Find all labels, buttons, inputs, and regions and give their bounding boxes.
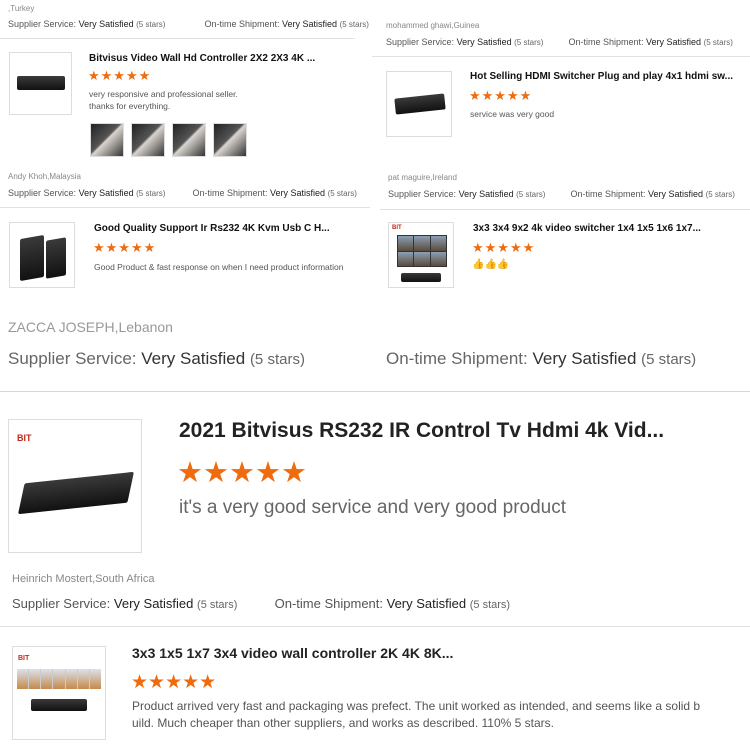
review-text: Product arrived very fast and packaging … xyxy=(132,698,700,732)
supplier-service-rating: Very Satisfied xyxy=(141,349,246,368)
video-wall-image xyxy=(397,235,447,267)
ontime-shipment-label: On-time Shipment: xyxy=(568,37,644,47)
product-title[interactable]: 3x3 1x5 1x7 3x4 video wall controller 2K… xyxy=(132,645,732,661)
supplier-service-label: Supplier Service: xyxy=(386,37,455,47)
review-text: it's a very good service and very good p… xyxy=(179,497,567,518)
review-text: service was very good xyxy=(470,109,555,119)
rating-summary: Supplier Service: Very Satisfied (5 star… xyxy=(8,349,305,369)
product-thumbnail[interactable] xyxy=(386,71,452,137)
rating-summary: On-time Shipment: Very Satisfied (5 star… xyxy=(386,349,696,369)
supplier-service-rating: Very Satisfied xyxy=(113,596,194,611)
supplier-service-stars: (5 stars) xyxy=(514,38,544,47)
supplier-service-stars: (5 stars) xyxy=(197,599,238,611)
ontime-shipment-stars: (5 stars) xyxy=(469,599,511,611)
product-title[interactable]: Bitvisus Video Wall Hd Controller 2X2 2X… xyxy=(89,53,349,64)
star-icon: ★★★★★ xyxy=(469,88,533,103)
review-text-line: uild. Much cheaper than other suppliers,… xyxy=(132,716,555,730)
divider xyxy=(0,391,750,392)
ontime-shipment-stars: (5 stars) xyxy=(339,20,369,29)
supplier-service-stars: (5 stars) xyxy=(516,190,546,199)
divider xyxy=(380,209,750,210)
device-image xyxy=(31,699,87,711)
product-title[interactable]: 3x3 3x4 9x2 4k video switcher 1x4 1x5 1x… xyxy=(473,223,743,234)
ontime-shipment-rating: Very Satisfied xyxy=(648,189,704,199)
video-wall-image xyxy=(17,669,101,689)
divider xyxy=(372,56,750,57)
brand-logo: BIT xyxy=(18,655,30,662)
product-title[interactable]: Hot Selling HDMI Switcher Plug and play … xyxy=(470,71,740,82)
ontime-shipment-stars: (5 stars) xyxy=(641,351,697,368)
reviewer-location: pat maguire,Ireland xyxy=(388,173,457,182)
ontime-shipment-label: On-time Shipment: xyxy=(386,349,528,368)
product-thumbnail[interactable] xyxy=(9,222,75,288)
rating-summary: Supplier Service: Very Satisfied (5 star… xyxy=(8,19,369,29)
ontime-shipment-label: On-time Shipment: xyxy=(274,596,383,611)
review-text-line: very responsive and professional seller. xyxy=(89,89,238,99)
reviewer-location: ,Turkey xyxy=(8,4,35,13)
star-icon: ★★★★★ xyxy=(93,240,157,255)
product-thumbnail[interactable] xyxy=(9,52,72,115)
device-image xyxy=(394,93,446,115)
reviewer-location: Heinrich Mostert,South Africa xyxy=(12,573,155,585)
review-photo[interactable] xyxy=(90,123,124,157)
device-image xyxy=(18,471,134,515)
product-thumbnail[interactable]: BIT xyxy=(8,419,142,553)
star-icon: ★★★★★ xyxy=(177,457,307,489)
rating-summary: Supplier Service: Very Satisfied (5 star… xyxy=(386,37,733,47)
thumbs-up-icon: 👍👍👍 xyxy=(472,259,510,270)
review-photo[interactable] xyxy=(172,123,206,157)
ontime-shipment-label: On-time Shipment: xyxy=(192,188,268,198)
review-text-line: thanks for everything. xyxy=(89,101,171,111)
ontime-shipment-stars: (5 stars) xyxy=(327,189,357,198)
brand-logo: BIT xyxy=(17,433,32,443)
reviewer-location: Andy Khoh,Malaysia xyxy=(8,172,81,181)
rating-summary: Supplier Service: Very Satisfied (5 star… xyxy=(8,188,357,198)
supplier-service-stars: (5 stars) xyxy=(249,351,305,368)
star-icon: ★★★★★ xyxy=(88,68,152,83)
supplier-service-label: Supplier Service: xyxy=(12,596,111,611)
product-title[interactable]: Good Quality Support Ir Rs232 4K Kvm Usb… xyxy=(94,223,364,234)
supplier-service-label: Supplier Service: xyxy=(8,188,77,198)
review-photo[interactable] xyxy=(131,123,165,157)
device-image xyxy=(17,76,65,90)
ontime-shipment-stars: (5 stars) xyxy=(705,190,735,199)
supplier-service-label: Supplier Service: xyxy=(8,19,77,29)
ontime-shipment-stars: (5 stars) xyxy=(703,38,733,47)
review-text: Good Product & fast response on when I n… xyxy=(94,262,344,272)
device-image xyxy=(401,273,441,282)
device-image xyxy=(46,237,66,279)
supplier-service-label: Supplier Service: xyxy=(8,349,137,368)
ontime-shipment-rating: Very Satisfied xyxy=(532,349,637,368)
ontime-shipment-rating: Very Satisfied xyxy=(386,596,467,611)
reviewer-location: ZACCA JOSEPH,Lebanon xyxy=(8,319,173,335)
product-thumbnail[interactable]: BIT xyxy=(388,222,454,288)
rating-summary: Supplier Service: Very Satisfied (5 star… xyxy=(388,189,735,199)
review-text: very responsive and professional seller.… xyxy=(89,88,238,112)
divider xyxy=(0,38,355,39)
supplier-service-rating: Very Satisfied xyxy=(78,19,134,29)
supplier-service-rating: Very Satisfied xyxy=(456,37,512,47)
divider xyxy=(0,207,370,208)
star-icon: ★★★★★ xyxy=(131,672,217,693)
divider xyxy=(0,626,750,627)
rating-summary: Supplier Service: Very Satisfied (5 star… xyxy=(12,596,510,611)
product-thumbnail[interactable]: BIT xyxy=(12,646,106,740)
star-icon: ★★★★★ xyxy=(472,240,536,255)
device-image xyxy=(20,234,44,282)
supplier-service-stars: (5 stars) xyxy=(136,189,166,198)
reviewer-location: mohammed ghawi,Guinea xyxy=(386,21,480,30)
review-text-line: Product arrived very fast and packaging … xyxy=(132,699,701,713)
ontime-shipment-rating: Very Satisfied xyxy=(270,188,326,198)
ontime-shipment-rating: Very Satisfied xyxy=(646,37,702,47)
ontime-shipment-label: On-time Shipment: xyxy=(570,189,646,199)
brand-logo: BIT xyxy=(392,225,402,231)
supplier-service-rating: Very Satisfied xyxy=(78,188,134,198)
ontime-shipment-rating: Very Satisfied xyxy=(282,19,338,29)
supplier-service-label: Supplier Service: xyxy=(388,189,457,199)
product-title[interactable]: 2021 Bitvisus RS232 IR Control Tv Hdmi 4… xyxy=(179,419,739,443)
review-photo[interactable] xyxy=(213,123,247,157)
supplier-service-rating: Very Satisfied xyxy=(458,189,514,199)
supplier-service-stars: (5 stars) xyxy=(136,20,166,29)
ontime-shipment-label: On-time Shipment: xyxy=(204,19,280,29)
